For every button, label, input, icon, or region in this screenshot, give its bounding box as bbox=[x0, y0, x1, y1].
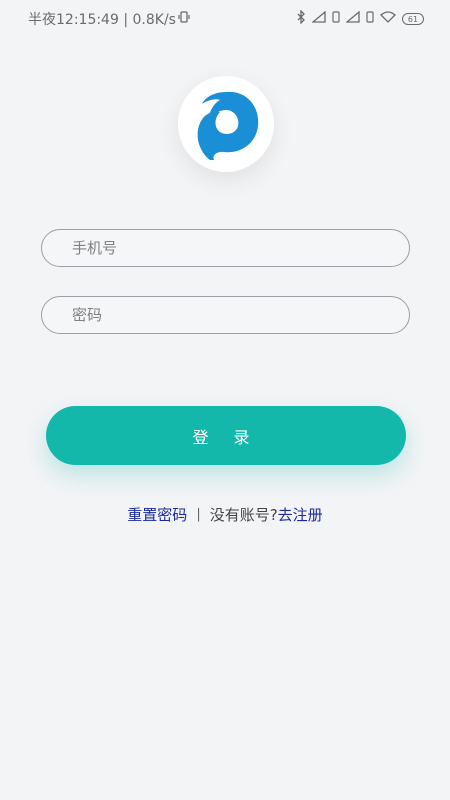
battery-icon: 61 bbox=[402, 13, 424, 25]
signal-icon bbox=[311, 10, 326, 27]
app-logo bbox=[178, 76, 274, 172]
status-left: 半夜12:15:49 | 0.8K/s bbox=[28, 9, 190, 29]
status-time-speed: 半夜12:15:49 | 0.8K/s bbox=[28, 12, 176, 28]
sim-icon bbox=[332, 11, 340, 27]
register-link[interactable]: 去注册 bbox=[278, 504, 323, 525]
bluetooth-icon bbox=[296, 9, 306, 28]
phone-field[interactable] bbox=[41, 229, 410, 267]
no-account-text: 没有账号? bbox=[209, 505, 278, 524]
wifi-icon bbox=[380, 11, 396, 27]
sim-icon bbox=[366, 11, 374, 27]
status-right: 61 bbox=[296, 9, 424, 28]
account-links: 重置密码 | 没有账号? 去注册 bbox=[0, 502, 450, 526]
status-bar: 半夜12:15:49 | 0.8K/s 61 bbox=[0, 0, 450, 38]
link-separator: | bbox=[196, 506, 201, 522]
password-field[interactable] bbox=[41, 296, 410, 334]
password-input[interactable] bbox=[42, 297, 409, 333]
phone-input[interactable] bbox=[42, 230, 409, 266]
spiral-logo-icon bbox=[197, 91, 259, 160]
reset-password-link[interactable]: 重置密码 bbox=[127, 504, 187, 525]
vibrate-icon bbox=[178, 11, 190, 27]
login-button[interactable]: 登 录 bbox=[46, 406, 406, 465]
signal-icon bbox=[345, 10, 360, 27]
